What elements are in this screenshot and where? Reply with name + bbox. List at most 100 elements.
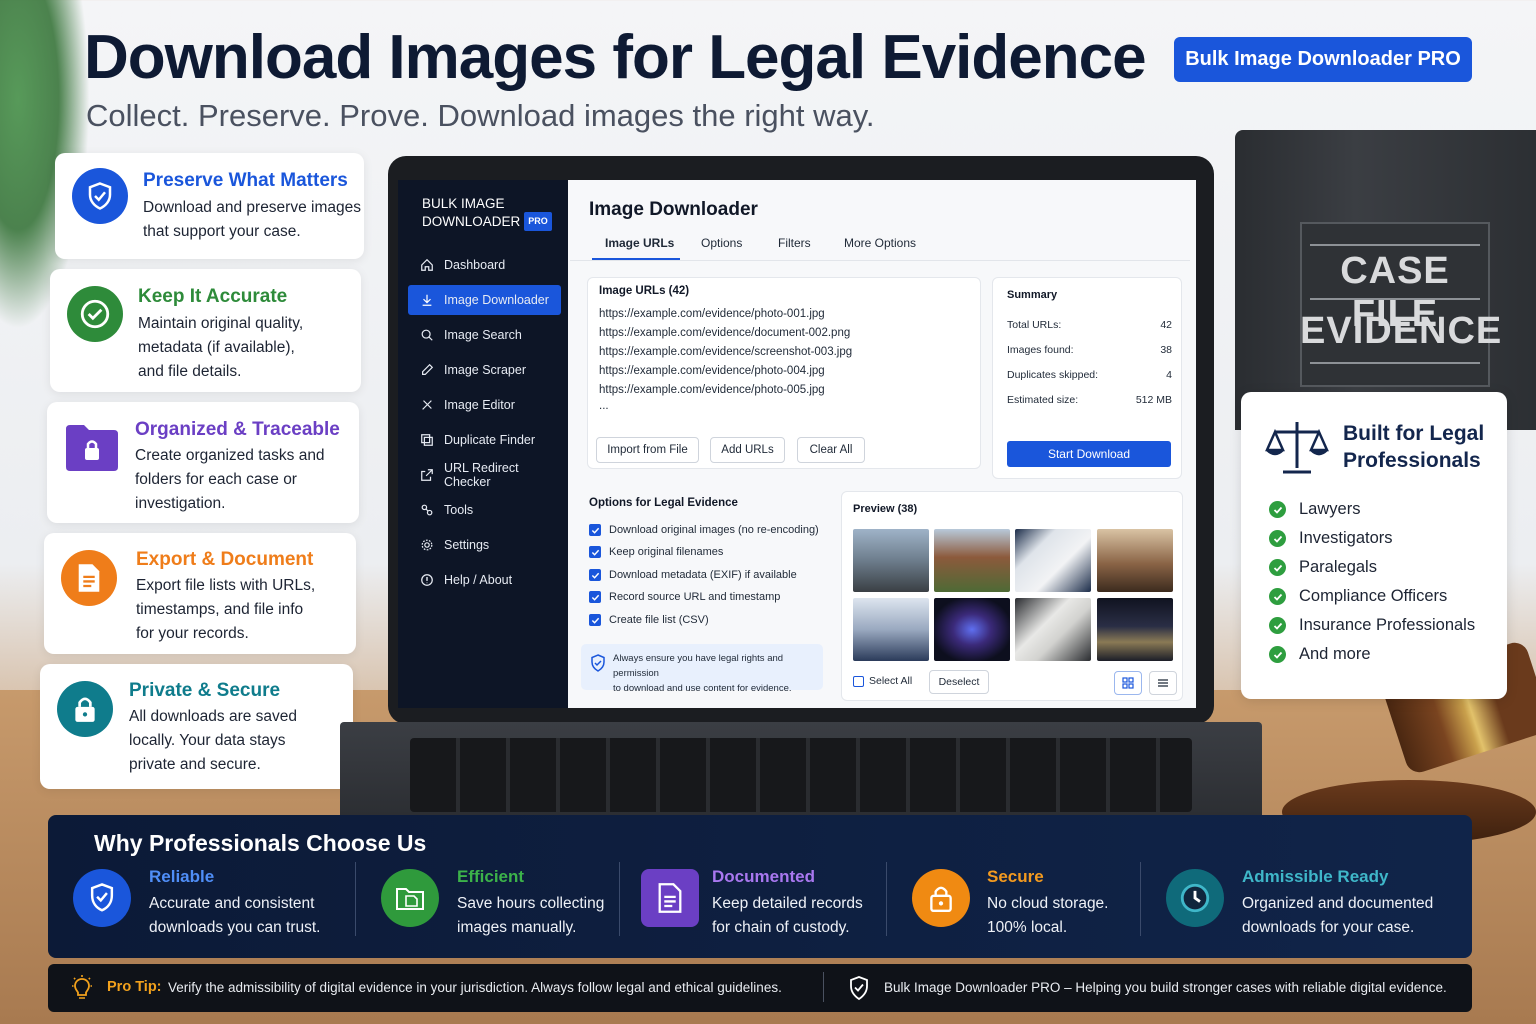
tab-options[interactable]: Options (701, 236, 742, 250)
tab-more-options[interactable]: More Options (844, 236, 916, 250)
checkbox-checked[interactable] (589, 614, 601, 626)
option-create-file-list[interactable]: Create file list (CSV) (589, 614, 709, 626)
legal-item: Investigators (1269, 529, 1393, 548)
feature-card-organized: Organized & Traceable Create organized t… (47, 402, 359, 523)
tab-divider (570, 260, 1190, 261)
grid-icon (1122, 677, 1134, 689)
add-urls-button[interactable]: Add URLs (710, 437, 785, 463)
preview-thumbnail[interactable] (1097, 598, 1173, 661)
summary-row-duplicates: Duplicates skipped: 4 (1007, 369, 1172, 381)
document-icon (61, 550, 117, 606)
feature-card-preserve: Preserve What Matters Download and prese… (55, 153, 364, 259)
preview-thumbnail[interactable] (934, 598, 1010, 661)
legal-item: Compliance Officers (1269, 587, 1447, 606)
nav-image-editor[interactable]: Image Editor (408, 390, 561, 420)
option-original-images[interactable]: Download original images (no re-encoding… (589, 524, 819, 536)
why-item-title: Admissible Ready (1242, 867, 1389, 886)
why-item-title: Reliable (149, 867, 215, 886)
preview-thumbnail[interactable] (934, 529, 1010, 592)
nav-help-about[interactable]: Help / About (408, 565, 561, 595)
search-icon (421, 329, 433, 341)
list-view-button[interactable] (1149, 671, 1177, 695)
why-divider (1140, 862, 1141, 936)
check-icon (1269, 588, 1286, 605)
nav-image-search[interactable]: Image Search (408, 320, 561, 350)
preview-thumbnail[interactable] (1015, 529, 1091, 592)
url-list-item[interactable]: https://example.com/evidence/photo-001.j… (599, 308, 825, 320)
preview-title: Preview (38) (853, 503, 918, 515)
nav-image-scraper[interactable]: Image Scraper (408, 355, 561, 385)
tagline-text: Bulk Image Downloader PRO – Helping you … (884, 980, 1447, 995)
url-list-item[interactable]: https://example.com/evidence/photo-005.j… (599, 384, 825, 396)
document-icon (641, 869, 699, 927)
check-icon (1269, 559, 1286, 576)
wrench-icon (421, 504, 433, 516)
page-title: Download Images for Legal Evidence (84, 23, 1147, 92)
legal-item: Lawyers (1269, 500, 1360, 519)
nav-image-downloader[interactable]: Image Downloader (408, 285, 561, 315)
app-title: Image Downloader (589, 199, 758, 220)
nav-duplicate-finder[interactable]: Duplicate Finder (408, 425, 561, 455)
option-download-metadata[interactable]: Download metadata (EXIF) if available (589, 569, 797, 581)
shield-check-icon (850, 976, 868, 1001)
check-icon (1269, 646, 1286, 663)
brand-badge: Bulk Image Downloader PRO (1174, 37, 1472, 82)
import-from-file-button[interactable]: Import from File (596, 437, 699, 463)
why-item-description: Accurate and consistent downloads you can… (149, 895, 321, 936)
feature-title: Preserve What Matters (143, 170, 348, 191)
checkbox-checked[interactable] (589, 591, 601, 603)
shield-check-icon (73, 869, 131, 927)
url-list-item[interactable]: https://example.com/evidence/screenshot-… (599, 346, 852, 358)
why-item-description: Keep detailed records for chain of custod… (712, 895, 863, 936)
preview-thumbnail[interactable] (853, 598, 929, 661)
option-keep-filenames[interactable]: Keep original filenames (589, 546, 723, 558)
feature-card-export: Export & Document Export file lists with… (44, 533, 356, 654)
feature-description: All downloads are saved locally. Your dat… (129, 708, 298, 773)
preview-thumbnail[interactable] (1015, 598, 1091, 661)
start-download-button[interactable]: Start Download (1007, 441, 1171, 467)
url-list-item[interactable]: https://example.com/evidence/document-00… (599, 327, 850, 339)
app-window: BULK IMAGE DOWNLOADER PRO Dashboard Image… (398, 180, 1196, 708)
binder-rule (1310, 298, 1480, 300)
checkbox-checked[interactable] (589, 546, 601, 558)
feature-description: Maintain original quality, metadata (if a… (138, 315, 304, 380)
page-subtitle: Collect. Preserve. Prove. Download image… (86, 98, 875, 133)
option-record-source[interactable]: Record source URL and timestamp (589, 591, 780, 603)
preview-thumbnail[interactable] (1097, 529, 1173, 592)
deselect-button[interactable]: Deselect (929, 670, 989, 694)
nav-settings[interactable]: Settings (408, 530, 561, 560)
checkbox-checked[interactable] (589, 569, 601, 581)
nav-dashboard[interactable]: Dashboard (408, 250, 561, 280)
feature-title: Export & Document (136, 549, 314, 570)
why-item-description: Organized and documented downloads for yo… (1242, 895, 1434, 936)
select-all-checkbox[interactable]: Select All (853, 675, 912, 687)
why-divider (886, 862, 887, 936)
preview-thumbnail[interactable] (853, 529, 929, 592)
url-list-ellipsis: ... (599, 400, 609, 412)
tip-divider (823, 972, 824, 1002)
shield-check-icon (72, 168, 128, 224)
feature-title: Organized & Traceable (135, 419, 340, 440)
summary-row-found: Images found: 38 (1007, 344, 1172, 356)
legal-notice: Always ensure you have legal rights and … (581, 644, 823, 694)
app-sidebar: BULK IMAGE DOWNLOADER PRO Dashboard Image… (398, 180, 568, 708)
clear-all-button[interactable]: Clear All (797, 437, 865, 463)
legal-item: And more (1269, 645, 1371, 664)
tab-filters[interactable]: Filters (778, 236, 811, 250)
nav-url-redirect-checker[interactable]: URL Redirect Checker (408, 460, 561, 490)
check-icon (1269, 501, 1286, 518)
binder-rule (1310, 362, 1480, 364)
app-brand: BULK IMAGE DOWNLOADER PRO (422, 195, 552, 231)
nav-tools[interactable]: Tools (408, 495, 561, 525)
legal-item: Paralegals (1269, 558, 1377, 577)
shield-check-icon (591, 654, 605, 672)
summary-row-size: Estimated size: 512 MB (1007, 394, 1172, 406)
why-item-title: Efficient (457, 867, 525, 886)
feature-title: Keep It Accurate (138, 286, 288, 307)
tools-icon (422, 400, 432, 410)
url-list-item[interactable]: https://example.com/evidence/photo-004.j… (599, 365, 825, 377)
grid-view-button[interactable] (1114, 671, 1142, 695)
gear-icon (421, 539, 433, 551)
tab-image-urls[interactable]: Image URLs (605, 236, 674, 250)
checkbox-checked[interactable] (589, 524, 601, 536)
